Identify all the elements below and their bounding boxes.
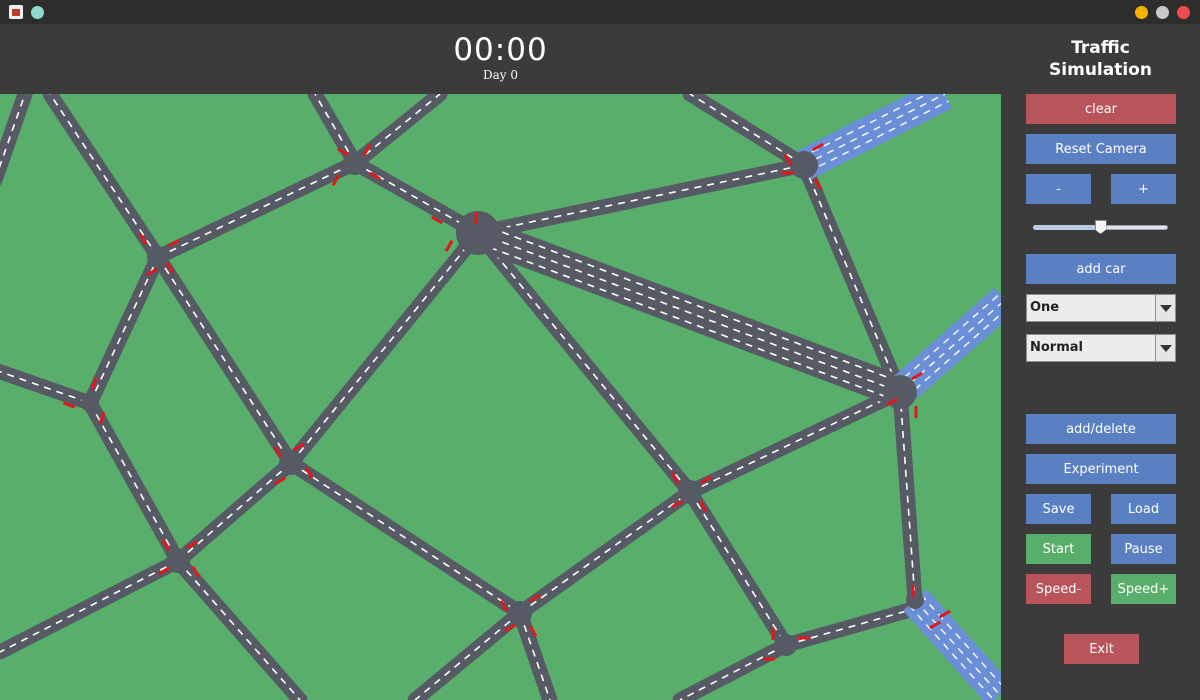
day-counter: Day 0 xyxy=(482,68,518,82)
intersection xyxy=(456,211,500,255)
pause-button[interactable]: Pause xyxy=(1111,534,1176,564)
traffic-light xyxy=(782,171,794,175)
chevron-down-icon[interactable] xyxy=(1155,335,1175,361)
traffic-light xyxy=(798,636,810,640)
intersection xyxy=(81,394,99,412)
road-mode-select[interactable]: Normal xyxy=(1026,334,1176,362)
speed-down-button[interactable]: Speed- xyxy=(1026,574,1091,604)
control-panel: Traffic Simulation clear Reset Camera - … xyxy=(1001,24,1200,700)
title-bar xyxy=(0,0,1200,24)
zoom-slider[interactable] xyxy=(1033,220,1168,234)
app-icon xyxy=(9,5,23,19)
close-icon[interactable] xyxy=(1177,6,1190,19)
intersection xyxy=(508,601,532,625)
experiment-button[interactable]: Experiment xyxy=(1026,454,1176,484)
intersection xyxy=(279,451,303,475)
add-car-button[interactable]: add car xyxy=(1026,254,1176,284)
maximize-icon[interactable] xyxy=(1156,6,1169,19)
slider-fill xyxy=(1033,225,1101,230)
road-network xyxy=(0,94,1001,700)
intersection xyxy=(775,634,797,656)
lane-count-value: One xyxy=(1030,300,1060,315)
road-mode-value: Normal xyxy=(1030,340,1083,355)
add-delete-button[interactable]: add/delete xyxy=(1026,414,1176,444)
exit-button[interactable]: Exit xyxy=(1064,634,1139,664)
traffic-light xyxy=(771,628,775,640)
clear-button[interactable]: clear xyxy=(1026,94,1176,124)
traffic-light xyxy=(911,585,915,597)
clock-display: 00:00 xyxy=(453,32,548,68)
lane-count-select[interactable]: One xyxy=(1026,294,1176,322)
speed-up-button[interactable]: Speed+ xyxy=(1111,574,1176,604)
intersection xyxy=(790,151,818,179)
minimize-icon[interactable] xyxy=(1135,6,1148,19)
slider-thumb[interactable] xyxy=(1094,220,1107,234)
road-network-canvas[interactable] xyxy=(0,94,1001,700)
intersection xyxy=(906,591,924,609)
load-button[interactable]: Load xyxy=(1111,494,1176,524)
window-menu-icon[interactable] xyxy=(31,6,44,19)
zoom-in-button[interactable]: + xyxy=(1111,174,1176,204)
intersection xyxy=(147,246,169,268)
panel-title: Traffic Simulation xyxy=(1049,38,1152,80)
traffic-light xyxy=(914,406,918,418)
chevron-down-icon[interactable] xyxy=(1155,295,1175,321)
zoom-out-button[interactable]: - xyxy=(1026,174,1091,204)
traffic-light xyxy=(763,657,775,661)
traffic-light xyxy=(474,212,478,224)
clock-header: 00:00 Day 0 xyxy=(0,24,1001,94)
start-button[interactable]: Start xyxy=(1026,534,1091,564)
reset-camera-button[interactable]: Reset Camera xyxy=(1026,134,1176,164)
save-button[interactable]: Save xyxy=(1026,494,1091,524)
